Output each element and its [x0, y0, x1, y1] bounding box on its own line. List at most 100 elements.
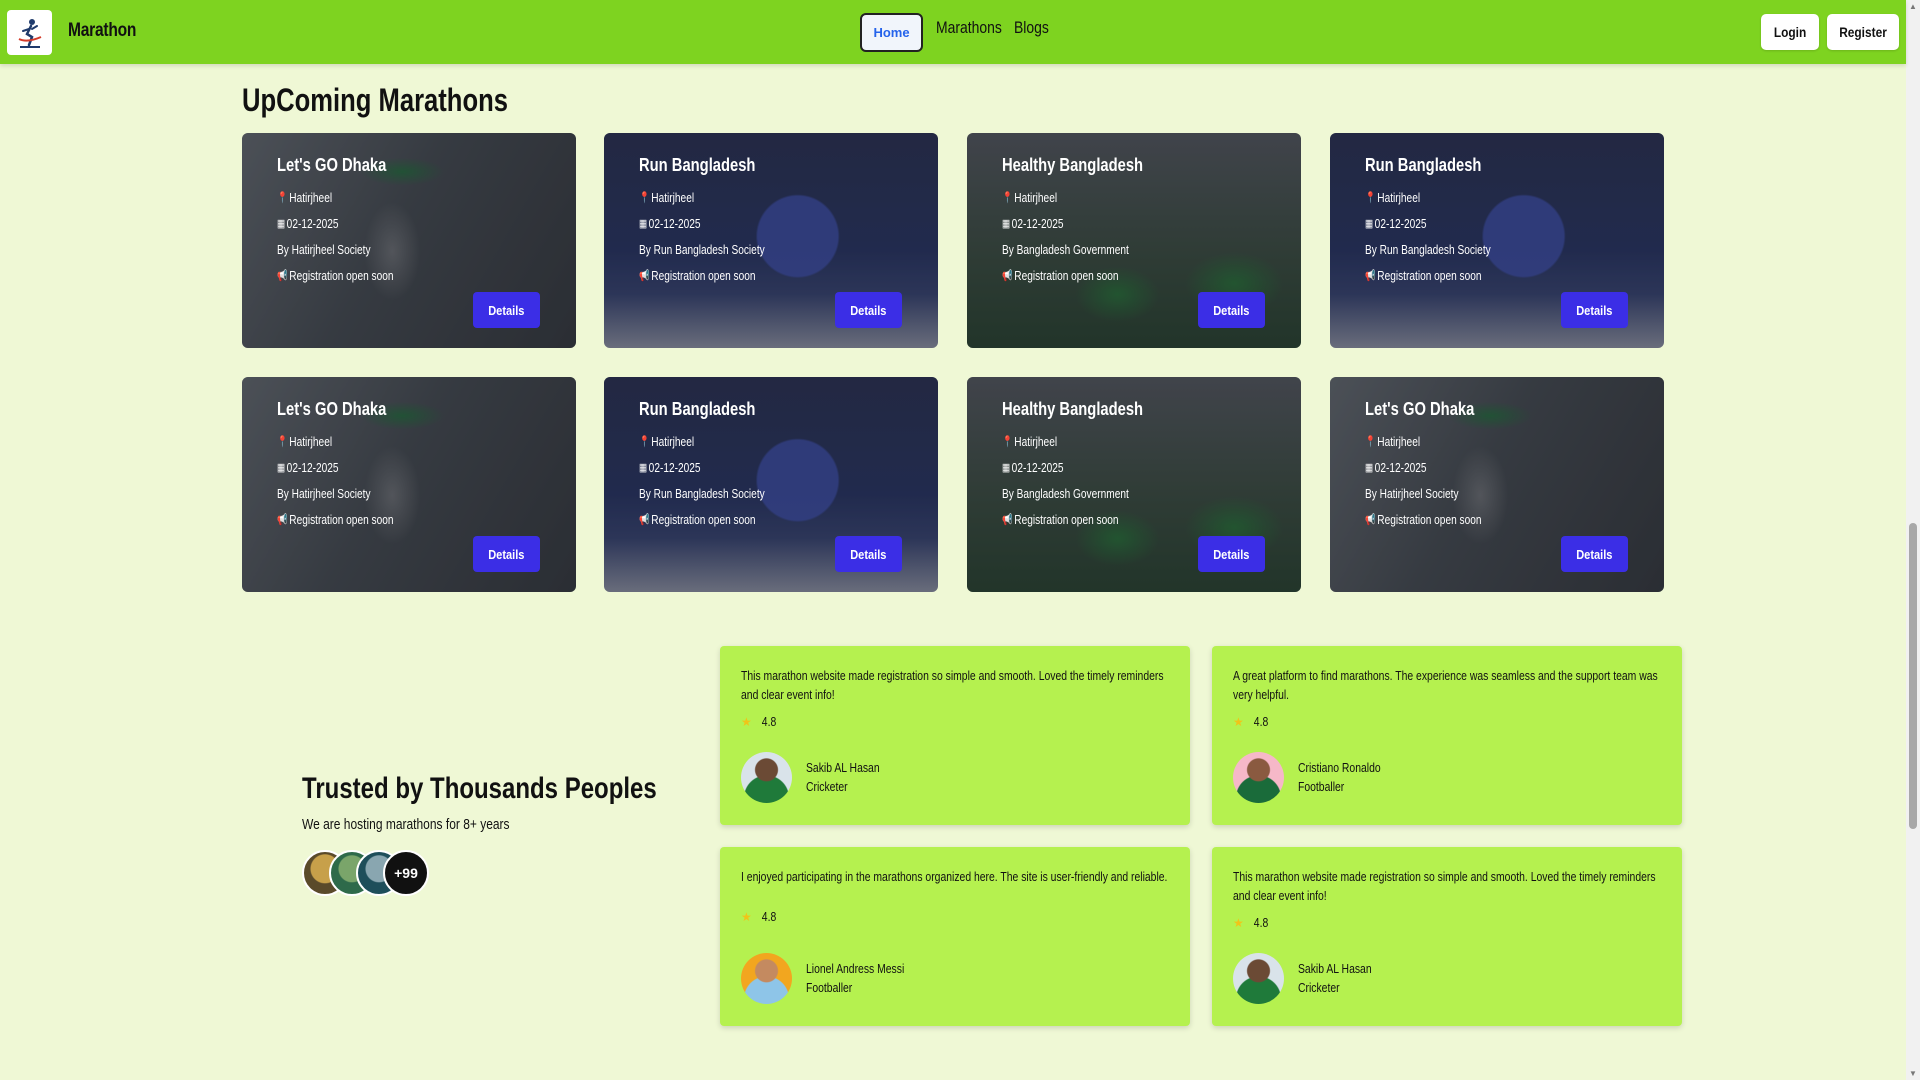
nav-links: Home Marathons Blogs [860, 13, 1057, 52]
author-name: Sakib AL Hasan [806, 760, 880, 775]
megaphone-icon: 📢 [639, 514, 650, 526]
card-content: Let's GO Dhaka 📍 Hatirjheel ▦ 02-12-2025… [277, 399, 426, 533]
location-text: Hatirjheel [651, 190, 695, 205]
rating-value: 4.8 [1253, 915, 1269, 930]
location-pin-icon: 📍 [1365, 436, 1376, 448]
card-status: 📢 Registration open soon [1365, 507, 1482, 533]
card-title: Run Bangladesh [639, 399, 756, 419]
card-content: Run Bangladesh 📍 Hatirjheel ▦ 02-12-2025… [1365, 155, 1526, 289]
marathon-card: Run Bangladesh 📍 Hatirjheel ▦ 02-12-2025… [604, 133, 938, 348]
star-icon: ★ [741, 714, 752, 729]
author-role: Footballer [806, 980, 853, 995]
card-location: 📍 Hatirjheel [639, 185, 765, 211]
location-pin-icon: 📍 [277, 436, 288, 448]
marathon-card: Run Bangladesh 📍 Hatirjheel ▦ 02-12-2025… [1330, 133, 1664, 348]
card-status: 📢 Registration open soon [639, 507, 765, 533]
testimonial-author: Sakib AL Hasan Cricketer [1298, 959, 1372, 997]
status-text: Registration open soon [289, 268, 394, 283]
details-button[interactable]: Details [835, 292, 902, 328]
card-title: Let's GO Dhaka [1365, 399, 1475, 419]
card-organizer: By Run Bangladesh Society [639, 481, 765, 507]
card-location: 📍 Hatirjheel [639, 429, 765, 455]
card-date: ▦ 02-12-2025 [1002, 211, 1136, 237]
scroll-up-icon[interactable]: ▲ [1909, 2, 1917, 11]
megaphone-icon: 📢 [277, 270, 288, 282]
logo[interactable] [7, 10, 52, 55]
card-title: Healthy Bangladesh [1002, 399, 1144, 419]
location-pin-icon: 📍 [1365, 192, 1376, 204]
card-date: ▦ 02-12-2025 [1002, 455, 1136, 481]
status-text: Registration open soon [289, 512, 394, 527]
rating-value: 4.8 [1253, 714, 1269, 729]
location-text: Hatirjheel [1377, 434, 1421, 449]
upcoming-marathons-title: UpComing Marathons [242, 82, 508, 118]
calendar-icon: ▦ [277, 218, 286, 230]
register-button[interactable]: Register [1827, 14, 1899, 50]
testimonial-card: This marathon website made registration … [1212, 847, 1682, 1026]
brand-name[interactable]: Marathon [68, 20, 136, 42]
scroll-thumb[interactable] [1909, 523, 1917, 829]
details-button[interactable]: Details [1561, 536, 1628, 572]
star-icon: ★ [1233, 915, 1244, 930]
card-organizer: By Run Bangladesh Society [639, 237, 765, 263]
date-text: 02-12-2025 [1011, 216, 1064, 231]
date-text: 02-12-2025 [286, 216, 339, 231]
card-date: ▦ 02-12-2025 [277, 211, 394, 237]
login-button[interactable]: Login [1761, 14, 1819, 50]
rating-value: 4.8 [761, 714, 777, 729]
megaphone-icon: 📢 [277, 514, 288, 526]
date-text: 02-12-2025 [1374, 460, 1427, 475]
organizer-text: By Run Bangladesh Society [639, 486, 765, 501]
page-scrollbar[interactable]: ▲ ▼ [1906, 0, 1920, 1080]
marathon-card: Healthy Bangladesh 📍 Hatirjheel ▦ 02-12-… [967, 133, 1301, 348]
testimonial-card: I enjoyed participating in the marathons… [720, 847, 1190, 1026]
card-location: 📍 Hatirjheel [1365, 185, 1491, 211]
card-organizer: By Bangladesh Government [1002, 481, 1136, 507]
details-button[interactable]: Details [835, 536, 902, 572]
megaphone-icon: 📢 [1365, 270, 1376, 282]
card-location: 📍 Hatirjheel [1002, 429, 1136, 455]
card-title: Let's GO Dhaka [277, 155, 387, 175]
nav-marathons-link[interactable]: Marathons [936, 18, 1002, 38]
organizer-text: By Run Bangladesh Society [1365, 242, 1491, 257]
testimonial-text: I enjoyed participating in the marathons… [741, 869, 1168, 884]
card-content: Run Bangladesh 📍 Hatirjheel ▦ 02-12-2025… [639, 399, 800, 533]
author-name: Lionel Andress Messi [806, 961, 905, 976]
details-button[interactable]: Details [473, 292, 540, 328]
location-text: Hatirjheel [289, 434, 333, 449]
location-pin-icon: 📍 [1002, 192, 1013, 204]
card-status: 📢 Registration open soon [277, 507, 394, 533]
scroll-down-icon[interactable]: ▼ [1909, 1069, 1917, 1078]
card-organizer: By Hatirjheel Society [277, 481, 394, 507]
card-title: Let's GO Dhaka [277, 399, 387, 419]
trusted-subtitle: We are hosting marathons for 8+ years [302, 816, 510, 833]
card-content: Healthy Bangladesh 📍 Hatirjheel ▦ 02-12-… [1002, 155, 1174, 289]
card-location: 📍 Hatirjheel [277, 429, 394, 455]
details-button[interactable]: Details [1198, 292, 1265, 328]
card-content: Let's GO Dhaka 📍 Hatirjheel ▦ 02-12-2025… [277, 155, 426, 289]
status-text: Registration open soon [1014, 268, 1119, 283]
nav-home-link[interactable]: Home [860, 13, 923, 52]
details-button[interactable]: Details [1561, 292, 1628, 328]
nav-blogs-link[interactable]: Blogs [1014, 18, 1049, 38]
card-organizer: By Bangladesh Government [1002, 237, 1136, 263]
avatar [1233, 953, 1284, 1004]
organizer-text: By Run Bangladesh Society [639, 242, 765, 257]
card-location: 📍 Hatirjheel [1002, 185, 1136, 211]
date-text: 02-12-2025 [1374, 216, 1427, 231]
avatar [741, 953, 792, 1004]
status-text: Registration open soon [1377, 268, 1482, 283]
marathon-card: Run Bangladesh 📍 Hatirjheel ▦ 02-12-2025… [604, 377, 938, 592]
calendar-icon: ▦ [1002, 462, 1011, 474]
calendar-icon: ▦ [639, 462, 648, 474]
status-text: Registration open soon [1014, 512, 1119, 527]
details-button[interactable]: Details [1198, 536, 1265, 572]
status-text: Registration open soon [651, 268, 756, 283]
trusted-title: Trusted by Thousands Peoples [302, 772, 657, 805]
author-role: Footballer [1298, 779, 1345, 794]
star-icon: ★ [741, 909, 752, 924]
marathon-card: Let's GO Dhaka 📍 Hatirjheel ▦ 02-12-2025… [242, 377, 576, 592]
details-button[interactable]: Details [473, 536, 540, 572]
card-content: Run Bangladesh 📍 Hatirjheel ▦ 02-12-2025… [639, 155, 800, 289]
calendar-icon: ▦ [277, 462, 286, 474]
